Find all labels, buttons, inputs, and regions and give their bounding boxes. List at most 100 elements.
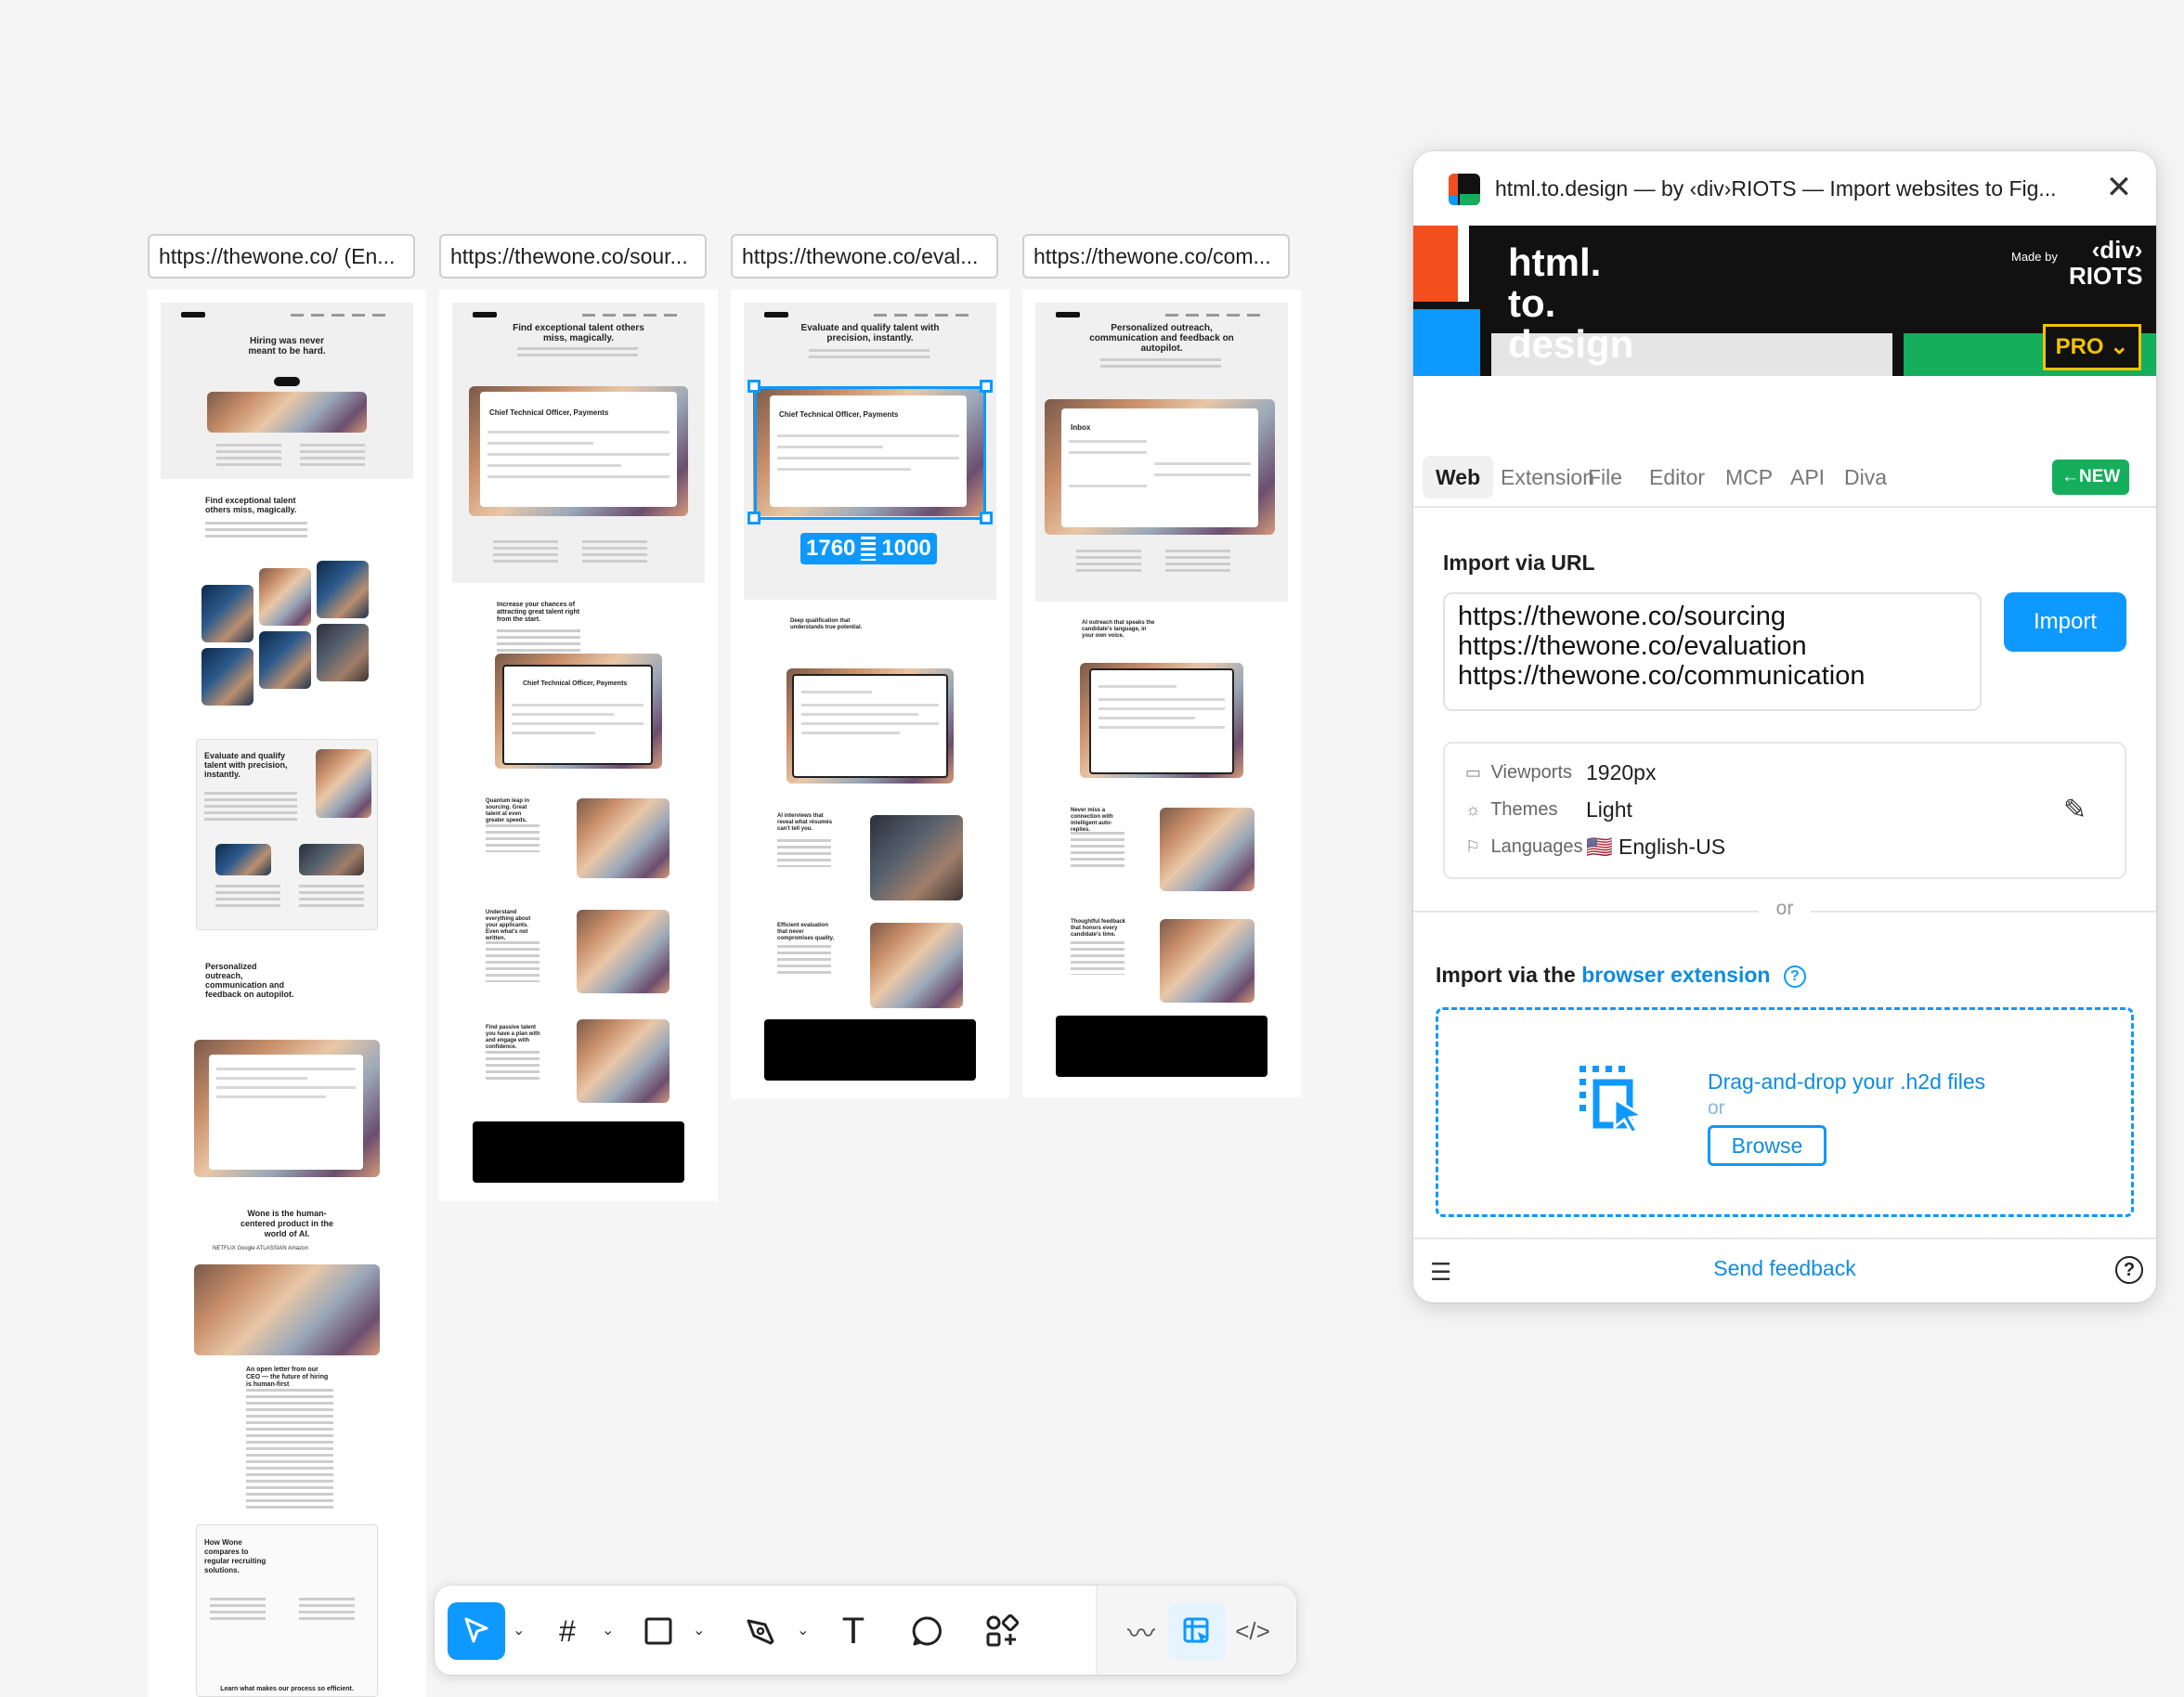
section-text [486,1051,540,1082]
setting-themes: ☼ Themes Light [1465,797,1632,822]
section-text [215,885,280,907]
frame-label-2[interactable]: https://thewone.co/sour... [439,234,707,279]
bottom-tagline: Learn what makes our process so efficien… [220,1686,354,1692]
frame-label-3[interactable]: https://thewone.co/eval... [731,234,998,279]
section-title-1: Deep qualification that understands true… [790,618,863,630]
tab-editor[interactable]: Editor [1636,456,1718,499]
close-icon[interactable]: ✕ [2102,172,2136,205]
section-text [486,941,540,982]
draw-mode-icon[interactable]: 〰 [1112,1602,1170,1660]
shot-title: Chief Technical Officer, Payments [489,408,609,417]
evaluate-card: Evaluate and qualify talent with precisi… [196,739,378,930]
frame-communication[interactable]: Personalized outreach, communication and… [1022,290,1301,1097]
drop-or: or [1708,1097,1725,1119]
section-title-3: Thoughtful feedback that honors every ca… [1071,919,1125,938]
dimension-badge: 1760 1000 [800,533,937,564]
comparison-card: How Wone compares to regular recruiting … [196,1524,378,1697]
hero-title: Hiring was never meant to be hard. [248,336,326,356]
hero-sub [809,349,930,362]
section-title-2: Never miss a connection with intelligent… [1071,808,1113,833]
hero-title: Personalized outreach, communication and… [1089,323,1234,354]
pencil-icon[interactable]: ✎ [2063,794,2086,826]
pen-tool-icon[interactable] [732,1602,789,1660]
chevron-down-icon[interactable]: ⌄ [693,1621,705,1639]
plugin-header: html.to.design — by ‹div›RIOTS — Import … [1413,151,2156,226]
section-art [577,798,670,878]
section-outreach-title: Personalized outreach, communication and… [205,962,294,999]
monitor-icon: ▭ [1465,763,1482,782]
send-feedback-link[interactable]: Send feedback [1413,1256,2156,1281]
tab-web[interactable]: Web [1423,456,1494,499]
actions-tool-icon[interactable] [973,1602,1031,1660]
section-human-title: Wone is the human-centered product in th… [240,1209,334,1238]
comment-tool-icon[interactable] [899,1602,956,1660]
divriots-logo: ‹div› RIOTS [2069,236,2143,290]
made-by-label: Made by [2011,250,2058,264]
tab-bar: Web Extension File Editor MCP API Diva ←… [1413,447,2156,508]
chevron-down-icon[interactable]: ⌄ [797,1621,809,1639]
hero-sub [517,347,638,360]
browser-extension-link[interactable]: browser extension [1581,963,1770,987]
chevron-down-icon[interactable]: ⌄ [602,1621,614,1639]
new-badge: ←NEW [2052,460,2130,495]
selection-handle[interactable] [748,512,760,525]
hero-features [493,540,558,563]
portrait-grid [259,568,311,626]
sun-icon: ☼ [1465,800,1481,819]
banner-wordmark: html. to. design [1508,240,1634,366]
selection-height: 1000 [881,536,931,561]
import-settings[interactable]: ▭ Viewports 1920px ☼ Themes Light ⚐ Lang… [1443,742,2126,879]
section-text [204,792,297,823]
text-tool-icon[interactable]: T [825,1602,882,1660]
extension-label: Import via the browser extension ? [1436,963,1806,988]
selection-box[interactable] [754,386,986,520]
frame-label-4[interactable]: https://thewone.co/com... [1022,234,1290,279]
hero-title: Find exceptional talent others miss, mag… [513,323,644,343]
hero-title: Evaluate and qualify talent with precisi… [800,323,940,343]
rectangle-tool-icon[interactable] [630,1602,687,1660]
tab-file[interactable]: File [1575,456,1635,499]
move-tool-icon[interactable] [448,1602,505,1660]
selection-handle[interactable] [980,512,993,525]
frame-homepage[interactable]: Hiring was never meant to be hard. Find … [148,290,426,1697]
url-input[interactable]: https://thewone.co/sourcing https://thew… [1443,592,1982,711]
frame-label-1[interactable]: https://thewone.co/ (En... [148,234,415,279]
section-text [1071,832,1124,869]
selection-handle[interactable] [980,380,993,393]
tab-mcp[interactable]: MCP [1712,456,1786,499]
section-evaluate-title: Evaluate and qualify talent with precisi… [204,751,288,779]
section-art [577,910,670,993]
plugin-panel: html.to.design — by ‹div›RIOTS — Import … [1413,151,2156,1302]
portrait-grid [259,631,311,689]
evaluate-thumb [215,844,271,875]
compare-text [210,1598,266,1620]
footer-block [1056,1016,1268,1077]
pro-plan-button[interactable]: PRO ⌄ [2043,324,2141,370]
section-art [870,923,963,1008]
file-dropzone[interactable]: Drag-and-drop your .h2d files or Browse [1436,1007,2134,1217]
tab-api[interactable]: API [1777,456,1838,499]
team-photo [194,1264,380,1355]
import-button[interactable]: Import [2004,592,2126,652]
selection-width: 1760 [806,536,856,561]
frame-sourcing[interactable]: Find exceptional talent others miss, mag… [439,290,718,1201]
footer-block [764,1019,976,1081]
help-icon[interactable]: ? [1783,965,1806,988]
help-circle-icon[interactable]: ? [2115,1256,2143,1284]
portrait-grid [202,585,254,642]
browse-button[interactable]: Browse [1708,1125,1826,1166]
section-art [577,1019,670,1103]
frame-tool-icon[interactable]: # [539,1602,596,1660]
setting-viewports: ▭ Viewports 1920px [1465,760,1657,784]
section-text [1071,941,1124,975]
dev-mode-icon[interactable]: </> [1224,1602,1281,1660]
selection-handle[interactable] [748,380,760,393]
candidate-screenshot [792,674,948,778]
chevron-down-icon[interactable]: ⌄ [513,1621,525,1639]
section-title-2: AI interviews that reveal what résumés c… [777,813,833,832]
design-mode-icon[interactable] [1168,1602,1226,1660]
section-title-1: AI outreach that speaks the candidate's … [1082,620,1155,639]
tab-diva[interactable]: Diva [1831,456,1900,499]
section-text [205,522,307,540]
hero-section: Personalized outreach, communication and… [1035,303,1288,602]
